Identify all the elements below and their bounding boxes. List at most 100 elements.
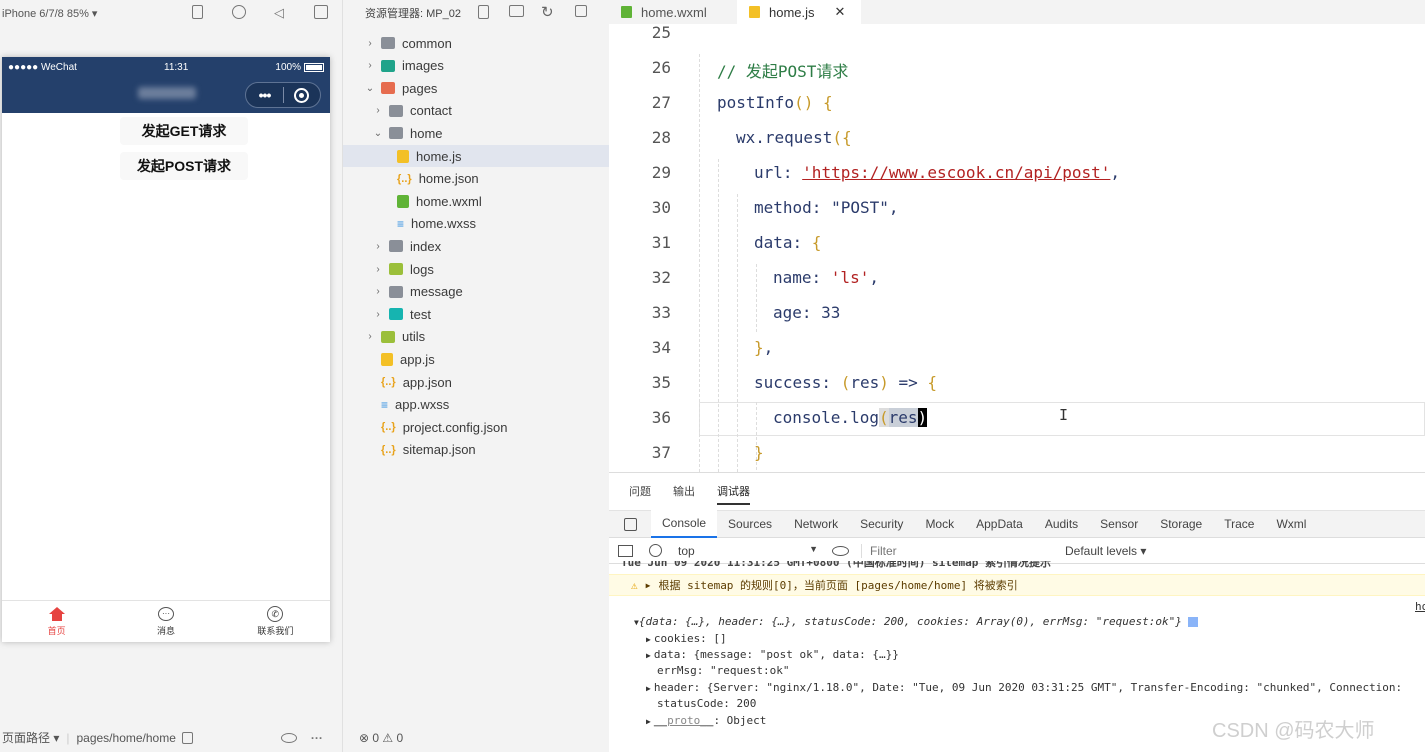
collapse-icon[interactable] [575,5,587,17]
inspect-icon[interactable] [609,517,651,531]
tree-item-label: app.json [402,374,452,390]
tree-item[interactable]: home.js [343,145,609,167]
devtools-tab-mock[interactable]: Mock [914,510,965,538]
filter-input[interactable] [861,543,1051,558]
tree-item[interactable]: app.js [343,348,609,370]
refresh-icon[interactable]: ↻ [541,3,554,21]
warning-icon: ⚠ [631,578,638,592]
new-folder-icon[interactable] [509,5,524,17]
tree-item-label: contact [410,103,452,119]
tree-item-label: message [410,284,463,300]
copy-icon[interactable] [181,731,193,744]
chevron-icon: › [376,308,380,320]
volume-icon[interactable]: ◁ [274,5,284,21]
eye-icon[interactable] [280,732,297,743]
devtools-tab-network[interactable]: Network [783,510,849,538]
code-area[interactable]: 25 26 27 28 29 30 31 32 33 34 35 36 37 // 发起POST请求 p… [609,23,1425,472]
tree-item[interactable]: ≡ home.wxss [343,213,609,235]
more-icon[interactable]: ••• [246,87,283,103]
tab-problems[interactable]: 问题 [629,483,651,499]
tree-item[interactable]: › message [343,281,609,303]
tree-item[interactable]: {..} app.json [343,371,609,393]
tab-bar: 首页 ··· 消息 ✆ 联系我们 [2,600,330,642]
context-selector[interactable]: top ▼ [678,544,818,558]
tree-item[interactable]: › contact [343,100,609,122]
log-source-link[interactable]: ho [1415,600,1425,613]
tree-item[interactable]: › images [343,55,609,77]
problems-status[interactable]: ⊗ 0 ⚠ 0 [343,723,609,752]
tree-item[interactable]: › index [343,235,609,257]
tree-item-label: home.wxss [411,216,477,232]
tree-item[interactable]: › common [343,32,609,54]
log-prop-header[interactable]: ▶ header: {Server: "nginx/1.18.0", Date: … [609,681,1425,694]
tab-contact[interactable]: ✆ 联系我们 [221,601,330,642]
chevron-icon: › [376,263,380,275]
devtools-tab-sources[interactable]: Sources [717,510,783,538]
devtools-tab-audits[interactable]: Audits [1034,510,1089,538]
prop-text: data: {message: "post ok", data: {…}} [653,648,899,661]
tree-item-label: home.wxml [416,193,482,209]
indent-guide [718,159,719,472]
tree-item[interactable]: › utils [343,326,609,348]
chevron-icon: › [376,240,380,252]
age-value: 33 [821,303,841,322]
warning-text: 根据 sitemap 的规则[0]，当前页面 [pages/home/home]… [658,579,1018,592]
record-icon[interactable] [232,5,246,19]
tree-item[interactable]: ≡ app.wxss [343,394,609,416]
post-request-button[interactable]: 发起POST请求 [120,152,248,180]
eye-icon[interactable] [832,545,849,556]
phone-screen: ●●●●● WeChat 11:31 100% ••• 发起GET请求 发起PO… [2,57,330,642]
clear-console-icon[interactable] [649,544,662,557]
devtools-tab-sensor[interactable]: Sensor [1089,510,1149,538]
url-value[interactable]: 'https://www.escook.cn/api/post' [802,163,1110,182]
new-file-icon[interactable] [478,5,489,19]
tree-item[interactable]: {..} sitemap.json [343,439,609,461]
tab-message[interactable]: ··· 消息 [111,601,220,642]
code-line-30: method: "POST", [754,198,899,217]
log-prop-cookies[interactable]: ▶ cookies: [] [609,632,1425,645]
devtools-tab-wxml[interactable]: Wxml [1265,510,1317,538]
tab-output[interactable]: 输出 [673,483,695,499]
explorer-header: 资源管理器: MP_02 ↻ [343,0,609,26]
devtools-tab-console[interactable]: Console [651,510,718,538]
tab-home-js[interactable]: home.js ✕ [737,0,861,24]
log-levels-select[interactable]: Default levels ▾ [1065,544,1146,558]
code-line-28: wx.request({ [736,128,852,147]
code-comment: // 发起POST请求 [717,62,849,81]
devtools-tab-appdata[interactable]: AppData [965,510,1034,538]
get-request-button[interactable]: 发起GET请求 [120,117,248,145]
log-truncated: Tue Jun 09 2020 11:31:25 GMT+0800 (中国标准时… [621,561,1052,569]
prop-value: : Object [713,714,767,727]
tree-item-label: utils [402,329,426,345]
debug-panel: 问题 输出 调试器 Console Sources Network Security M… [609,472,1425,752]
log-prop-data[interactable]: ▶ data: {message: "post ok", data: {…}} [609,648,1425,661]
line-number: 35 [651,373,671,392]
window-icon[interactable] [314,5,328,19]
device-selector[interactable]: iPhone 6/7/8 85% ▾ [2,7,97,20]
devtools-tab-security[interactable]: Security [849,510,914,538]
sidebar-toggle-icon[interactable] [618,544,633,557]
tree-item[interactable]: ⌄ home [343,122,609,144]
tab-home-wxml[interactable]: home.wxml [609,0,737,24]
selected-res: res [888,408,918,427]
devtools-tab-storage[interactable]: Storage [1149,510,1213,538]
code-line-34: }, [754,338,774,357]
tree-item[interactable]: {..} home.json [343,168,609,190]
phone-icon[interactable] [192,5,203,19]
more-icon[interactable]: ··· [311,731,323,745]
tab-debugger[interactable]: 调试器 [717,483,750,505]
log-object[interactable]: ▼{data: {…}, header: {…}, statusCode: 20… [609,615,1425,628]
expand-arrow[interactable]: ▶ [646,581,651,590]
tree-item[interactable]: › test [343,303,609,325]
page-path-label[interactable]: 页面路径 ▾ [2,729,59,746]
devtools-tab-trace[interactable]: Trace [1213,510,1265,538]
prop-value: "request:ok" [709,664,790,677]
tree-item[interactable]: home.wxml [343,190,609,212]
close-tab-icon[interactable]: ✕ [835,4,846,20]
close-miniapp-icon[interactable] [284,87,320,103]
indent-guide [699,54,700,472]
tree-item[interactable]: {..} project.config.json [343,416,609,438]
tree-item[interactable]: ⌄ pages [343,77,609,99]
tree-item[interactable]: › logs [343,258,609,280]
tab-home[interactable]: 首页 [2,601,111,642]
